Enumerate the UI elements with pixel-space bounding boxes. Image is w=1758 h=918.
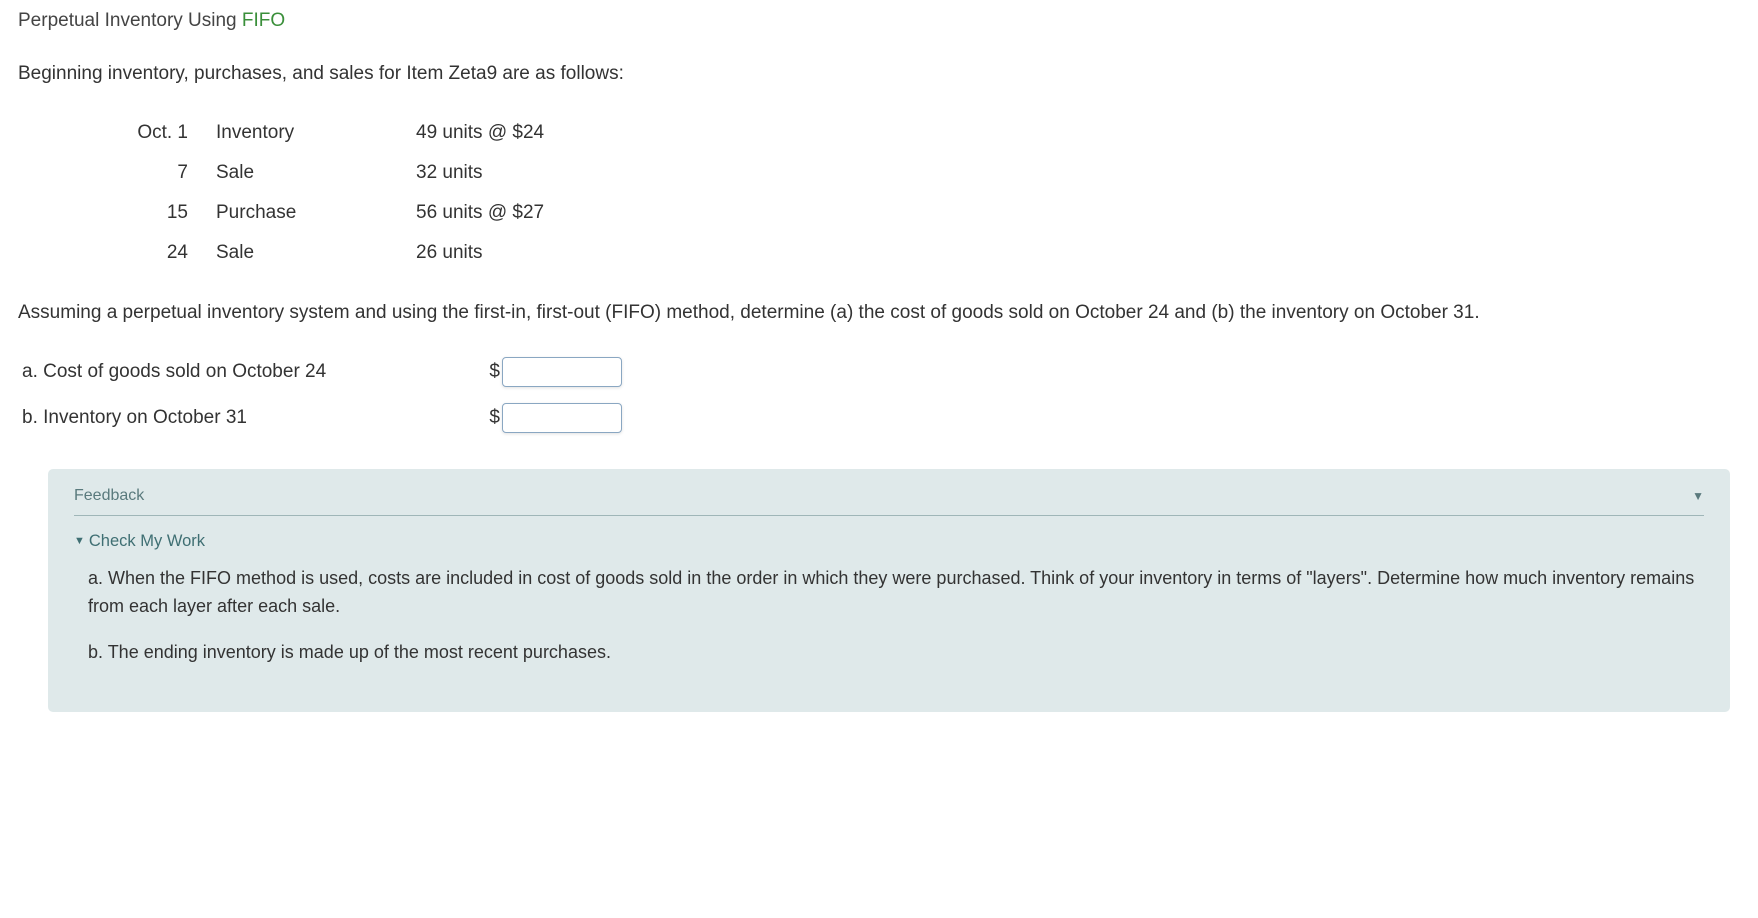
cell-detail: 32 units: [416, 162, 716, 184]
check-my-work-label: Check My Work: [89, 532, 205, 551]
cell-detail: 49 units @ $24: [416, 122, 716, 144]
answer-a-input[interactable]: [502, 357, 622, 387]
answer-row-b: b. Inventory on October 31 $: [22, 397, 1740, 439]
transactions-table: Oct. 1 Inventory 49 units @ $24 7 Sale 3…: [78, 113, 1740, 273]
check-my-work-toggle[interactable]: ▼ Check My Work: [74, 532, 1704, 551]
cell-date: Oct. 1: [78, 122, 216, 144]
question-title: Perpetual Inventory Using FIFO: [18, 10, 1740, 32]
question-panel: Perpetual Inventory Using FIFO Beginning…: [0, 0, 1758, 742]
feedback-text-a: a. When the FIFO method is used, costs a…: [74, 565, 1704, 621]
cell-type: Sale: [216, 162, 416, 184]
feedback-text-b: b. The ending inventory is made up of th…: [74, 639, 1704, 667]
title-highlight: FIFO: [242, 10, 285, 31]
title-prefix: Perpetual Inventory Using: [18, 10, 242, 31]
currency-symbol: $: [482, 361, 502, 383]
table-row: Oct. 1 Inventory 49 units @ $24: [78, 113, 1740, 153]
cell-detail: 26 units: [416, 242, 716, 264]
collapse-icon[interactable]: ▼: [1692, 489, 1704, 503]
answer-row-a: a. Cost of goods sold on October 24 $: [22, 351, 1740, 393]
cell-type: Inventory: [216, 122, 416, 144]
caret-down-icon: ▼: [74, 535, 85, 547]
answer-a-label: a. Cost of goods sold on October 24: [22, 361, 482, 383]
feedback-panel: Feedback ▼ ▼ Check My Work a. When the F…: [48, 469, 1730, 713]
feedback-header[interactable]: Feedback ▼: [74, 487, 1704, 516]
table-row: 24 Sale 26 units: [78, 233, 1740, 273]
answers-block: a. Cost of goods sold on October 24 $ b.…: [18, 351, 1740, 439]
feedback-body: a. When the FIFO method is used, costs a…: [74, 565, 1704, 667]
answer-b-label: b. Inventory on October 31: [22, 407, 482, 429]
feedback-title: Feedback: [74, 487, 144, 505]
cell-date: 7: [78, 162, 216, 184]
cell-date: 24: [78, 242, 216, 264]
currency-symbol: $: [482, 407, 502, 429]
answer-b-input[interactable]: [502, 403, 622, 433]
cell-date: 15: [78, 202, 216, 224]
instructions-text: Assuming a perpetual inventory system an…: [18, 297, 1740, 329]
intro-text: Beginning inventory, purchases, and sale…: [18, 60, 1740, 89]
cell-detail: 56 units @ $27: [416, 202, 716, 224]
table-row: 15 Purchase 56 units @ $27: [78, 193, 1740, 233]
table-row: 7 Sale 32 units: [78, 153, 1740, 193]
cell-type: Purchase: [216, 202, 416, 224]
cell-type: Sale: [216, 242, 416, 264]
